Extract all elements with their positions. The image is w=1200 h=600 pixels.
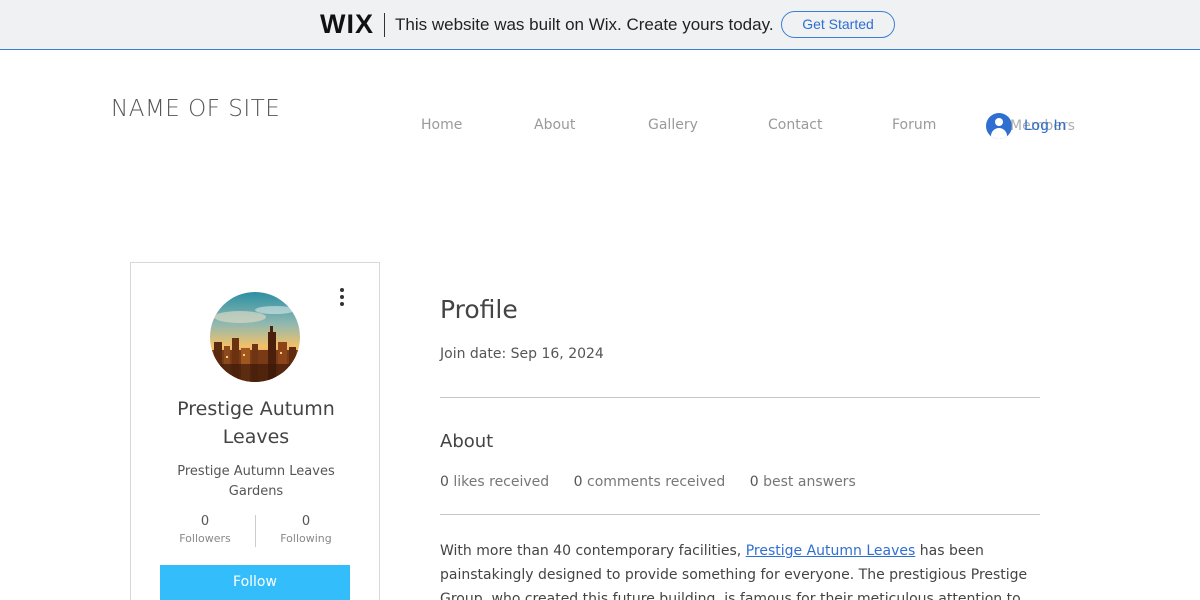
nav-item-contact[interactable]: Contact: [768, 117, 822, 133]
bio-link[interactable]: Prestige Autumn Leaves: [746, 543, 916, 559]
more-vertical-icon[interactable]: [334, 285, 350, 309]
divider: [440, 397, 1040, 398]
wix-banner: WIX This website was built on Wix. Creat…: [0, 0, 1200, 50]
answers-stat: 0 best answers: [750, 474, 856, 490]
profile-subtitle: Prestige Autumn Leaves Gardens: [177, 464, 335, 499]
page-title: Profile: [440, 295, 518, 324]
followers-label: Followers: [179, 532, 231, 545]
user-icon: [986, 113, 1012, 139]
about-heading: About: [440, 431, 494, 452]
followers-stat[interactable]: 0 Followers: [155, 514, 255, 548]
profile-bio: With more than 40 contemporary facilitie…: [440, 539, 1040, 600]
nav-item-about[interactable]: About: [534, 117, 575, 133]
likes-count: 0: [440, 474, 449, 490]
banner-message: This website was built on Wix. Create yo…: [395, 15, 774, 34]
nav-item-gallery[interactable]: Gallery: [648, 117, 698, 133]
comments-stat: 0 comments received: [574, 474, 726, 490]
answers-label: best answers: [763, 474, 856, 490]
profile-name: Prestige Autumn Leaves: [177, 398, 335, 448]
join-date: Join date: Sep 16, 2024: [440, 346, 604, 362]
activity-stats: 0 likes received 0 comments received 0 b…: [440, 474, 876, 490]
answers-count: 0: [749, 474, 759, 490]
follow-button[interactable]: Follow: [160, 565, 350, 600]
avatar[interactable]: [210, 292, 300, 382]
bio-text-start: With more than 40 contemporary facilitie…: [440, 543, 746, 559]
likes-stat: 0 likes received: [440, 474, 549, 490]
login-label[interactable]: Log In: [1024, 118, 1066, 134]
wix-logo[interactable]: WIX: [320, 10, 374, 38]
comments-label: comments received: [587, 474, 726, 490]
followers-count: 0: [200, 514, 210, 529]
comments-count: 0: [573, 474, 583, 490]
get-started-button[interactable]: Get Started: [781, 11, 895, 38]
likes-label: likes received: [453, 474, 550, 490]
banner-divider: [384, 13, 385, 37]
following-label: Following: [280, 532, 332, 545]
following-count: 0: [301, 514, 311, 529]
profile-card: Prestige Autumn Leaves Prestige Autumn L…: [130, 262, 380, 600]
city-skyline-image: [210, 292, 300, 382]
nav-item-forum[interactable]: Forum: [892, 117, 936, 133]
nav-item-home[interactable]: Home: [421, 117, 462, 133]
following-stat[interactable]: 0 Following: [256, 514, 356, 548]
divider: [440, 514, 1040, 515]
